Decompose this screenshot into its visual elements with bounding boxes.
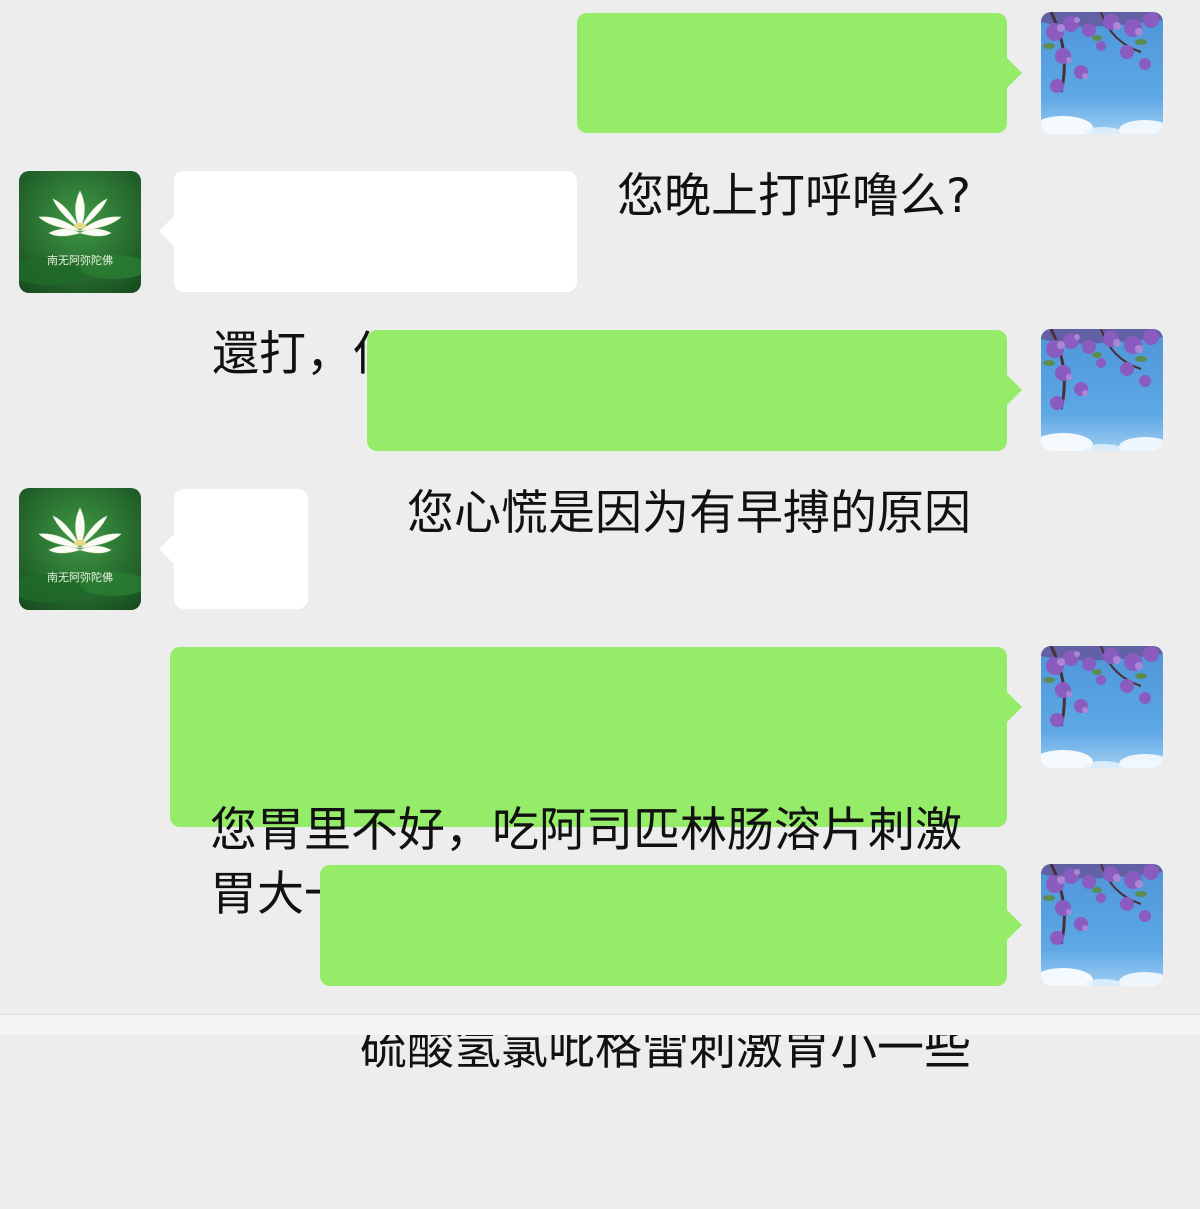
incoming-message-bubble[interactable]: 噢 [159,489,308,700]
outgoing-message-bubble[interactable]: 硫酸氢氯吡格雷刺激胃小一些 [320,865,1022,1076]
contact-avatar[interactable]: 南无阿弥陀佛 [19,488,141,610]
chat-area: 您晚上打呼噜么? 南无阿弥陀佛 還打，但你醒。 您心慌是因为有早搏的 [0,0,1200,1076]
lotus-avatar-icon: 南无阿弥陀佛 [19,171,141,293]
my-avatar[interactable] [1041,12,1163,134]
my-avatar[interactable] [1041,646,1163,768]
avatar-caption: 南无阿弥陀佛 [47,253,113,267]
incoming-message-bubble[interactable]: 還打，但你醒。 [159,171,577,382]
lotus-avatar-icon: 南无阿弥陀佛 [19,488,141,610]
my-avatar[interactable] [1041,864,1163,986]
purple-flowers-sky-avatar-icon [1041,12,1163,134]
bottom-edge [0,1014,1200,1035]
purple-flowers-sky-avatar-icon [1041,864,1163,986]
message-text: 您晚上打呼噜么? [617,169,971,224]
my-avatar[interactable] [1041,329,1163,451]
avatar-caption: 南无阿弥陀佛 [47,570,113,584]
purple-flowers-sky-avatar-icon [1041,329,1163,451]
outgoing-message-bubble[interactable]: 您心慌是因为有早搏的原因 [367,330,1022,541]
outgoing-message-bubble[interactable]: 您胃里不好，吃阿司匹林肠溶片刺激胃大一些啊 [170,647,1022,922]
contact-avatar[interactable]: 南无阿弥陀佛 [19,171,141,293]
outgoing-message-bubble[interactable]: 您晚上打呼噜么? [577,13,1022,224]
purple-flowers-sky-avatar-icon [1041,646,1163,768]
message-text: 您心慌是因为有早搏的原因 [407,486,971,541]
